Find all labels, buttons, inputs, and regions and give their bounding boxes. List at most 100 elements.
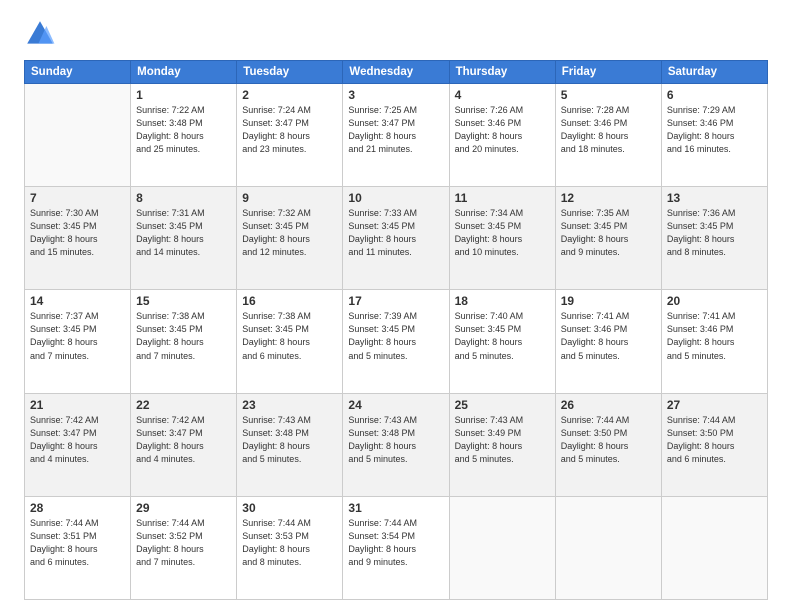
day-number: 30 bbox=[242, 501, 337, 515]
day-info: Sunrise: 7:44 AM Sunset: 3:50 PM Dayligh… bbox=[667, 414, 762, 466]
day-number: 1 bbox=[136, 88, 231, 102]
calendar-cell: 30Sunrise: 7:44 AM Sunset: 3:53 PM Dayli… bbox=[237, 496, 343, 599]
day-number: 25 bbox=[455, 398, 550, 412]
day-info: Sunrise: 7:43 AM Sunset: 3:49 PM Dayligh… bbox=[455, 414, 550, 466]
calendar-week-row-3: 21 Sunrise: 7:42 AM Sunset: 3:47 PM Dayli… bbox=[25, 393, 768, 496]
page: SundayMondayTuesdayWednesdayThursdayFrid… bbox=[0, 0, 792, 612]
day-number: 26 bbox=[561, 398, 656, 412]
day-number: 14 bbox=[30, 294, 125, 308]
calendar-cell: 20 Sunrise: 7:41 AM Sunset: 3:46 PM Dayli… bbox=[661, 290, 767, 393]
day-info: Sunrise: 7:36 AM Sunset: 3:45 PM Dayligh… bbox=[667, 207, 762, 259]
day-number: 31 bbox=[348, 501, 443, 515]
calendar-weekday-friday: Friday bbox=[555, 61, 661, 84]
day-info: Sunrise: 7:33 AM Sunset: 3:45 PM Dayligh… bbox=[348, 207, 443, 259]
day-info: Sunrise: 7:37 AM Sunset: 3:45 PM Dayligh… bbox=[30, 310, 125, 362]
day-number: 11 bbox=[455, 191, 550, 205]
day-number: 29 bbox=[136, 501, 231, 515]
calendar-cell: 29 Sunrise: 7:44 AM Sunset: 3:52 PM Dayli… bbox=[131, 496, 237, 599]
day-info: Sunrise: 7:38 AM Sunset: 3:45 PM Dayligh… bbox=[136, 310, 231, 362]
calendar-cell: 13 Sunrise: 7:36 AM Sunset: 3:45 PM Dayli… bbox=[661, 187, 767, 290]
day-info: Sunrise: 7:26 AM Sunset: 3:46 PM Dayligh… bbox=[455, 104, 550, 156]
calendar-cell: 24 Sunrise: 7:43 AM Sunset: 3:48 PM Dayli… bbox=[343, 393, 449, 496]
calendar-weekday-tuesday: Tuesday bbox=[237, 61, 343, 84]
day-info: Sunrise: 7:44 AM Sunset: 3:52 PM Dayligh… bbox=[136, 517, 231, 569]
calendar-week-row-1: 7Sunrise: 7:30 AM Sunset: 3:45 PM Daylig… bbox=[25, 187, 768, 290]
day-info: Sunrise: 7:39 AM Sunset: 3:45 PM Dayligh… bbox=[348, 310, 443, 362]
day-info: Sunrise: 7:44 AM Sunset: 3:54 PM Dayligh… bbox=[348, 517, 443, 569]
day-number: 4 bbox=[455, 88, 550, 102]
day-info: Sunrise: 7:38 AM Sunset: 3:45 PM Dayligh… bbox=[242, 310, 337, 362]
calendar-header-row: SundayMondayTuesdayWednesdayThursdayFrid… bbox=[25, 61, 768, 84]
calendar-weekday-saturday: Saturday bbox=[661, 61, 767, 84]
day-info: Sunrise: 7:25 AM Sunset: 3:47 PM Dayligh… bbox=[348, 104, 443, 156]
day-info: Sunrise: 7:42 AM Sunset: 3:47 PM Dayligh… bbox=[30, 414, 125, 466]
day-number: 23 bbox=[242, 398, 337, 412]
day-info: Sunrise: 7:44 AM Sunset: 3:51 PM Dayligh… bbox=[30, 517, 125, 569]
calendar-cell: 2 Sunrise: 7:24 AM Sunset: 3:47 PM Daylig… bbox=[237, 84, 343, 187]
header bbox=[24, 18, 768, 50]
calendar-cell: 18 Sunrise: 7:40 AM Sunset: 3:45 PM Dayli… bbox=[449, 290, 555, 393]
day-number: 27 bbox=[667, 398, 762, 412]
day-number: 15 bbox=[136, 294, 231, 308]
day-number: 12 bbox=[561, 191, 656, 205]
day-number: 20 bbox=[667, 294, 762, 308]
logo bbox=[24, 18, 60, 50]
calendar-cell: 4 Sunrise: 7:26 AM Sunset: 3:46 PM Daylig… bbox=[449, 84, 555, 187]
calendar-cell: 10Sunrise: 7:33 AM Sunset: 3:45 PM Dayli… bbox=[343, 187, 449, 290]
day-number: 16 bbox=[242, 294, 337, 308]
day-info: Sunrise: 7:41 AM Sunset: 3:46 PM Dayligh… bbox=[667, 310, 762, 362]
day-info: Sunrise: 7:43 AM Sunset: 3:48 PM Dayligh… bbox=[348, 414, 443, 466]
calendar-cell: 22Sunrise: 7:42 AM Sunset: 3:47 PM Dayli… bbox=[131, 393, 237, 496]
day-number: 24 bbox=[348, 398, 443, 412]
calendar-cell bbox=[555, 496, 661, 599]
calendar-cell bbox=[25, 84, 131, 187]
calendar-cell: 11Sunrise: 7:34 AM Sunset: 3:45 PM Dayli… bbox=[449, 187, 555, 290]
day-number: 18 bbox=[455, 294, 550, 308]
day-info: Sunrise: 7:30 AM Sunset: 3:45 PM Dayligh… bbox=[30, 207, 125, 259]
calendar-cell: 16 Sunrise: 7:38 AM Sunset: 3:45 PM Dayli… bbox=[237, 290, 343, 393]
day-info: Sunrise: 7:24 AM Sunset: 3:47 PM Dayligh… bbox=[242, 104, 337, 156]
calendar-weekday-monday: Monday bbox=[131, 61, 237, 84]
day-number: 2 bbox=[242, 88, 337, 102]
calendar-cell: 15 Sunrise: 7:38 AM Sunset: 3:45 PM Dayli… bbox=[131, 290, 237, 393]
calendar-cell: 17 Sunrise: 7:39 AM Sunset: 3:45 PM Dayli… bbox=[343, 290, 449, 393]
calendar-cell: 3 Sunrise: 7:25 AM Sunset: 3:47 PM Daylig… bbox=[343, 84, 449, 187]
calendar-cell: 28Sunrise: 7:44 AM Sunset: 3:51 PM Dayli… bbox=[25, 496, 131, 599]
calendar-cell: 8Sunrise: 7:31 AM Sunset: 3:45 PM Daylig… bbox=[131, 187, 237, 290]
calendar-cell: 5 Sunrise: 7:28 AM Sunset: 3:46 PM Daylig… bbox=[555, 84, 661, 187]
day-info: Sunrise: 7:31 AM Sunset: 3:45 PM Dayligh… bbox=[136, 207, 231, 259]
day-number: 9 bbox=[242, 191, 337, 205]
logo-icon bbox=[24, 18, 56, 50]
day-number: 13 bbox=[667, 191, 762, 205]
calendar-cell: 6Sunrise: 7:29 AM Sunset: 3:46 PM Daylig… bbox=[661, 84, 767, 187]
calendar-week-row-4: 28Sunrise: 7:44 AM Sunset: 3:51 PM Dayli… bbox=[25, 496, 768, 599]
day-info: Sunrise: 7:44 AM Sunset: 3:50 PM Dayligh… bbox=[561, 414, 656, 466]
day-number: 19 bbox=[561, 294, 656, 308]
calendar-cell: 19 Sunrise: 7:41 AM Sunset: 3:46 PM Dayli… bbox=[555, 290, 661, 393]
calendar-cell: 23Sunrise: 7:43 AM Sunset: 3:48 PM Dayli… bbox=[237, 393, 343, 496]
calendar-weekday-wednesday: Wednesday bbox=[343, 61, 449, 84]
calendar-weekday-thursday: Thursday bbox=[449, 61, 555, 84]
calendar-weekday-sunday: Sunday bbox=[25, 61, 131, 84]
calendar-cell bbox=[661, 496, 767, 599]
day-info: Sunrise: 7:32 AM Sunset: 3:45 PM Dayligh… bbox=[242, 207, 337, 259]
calendar-table: SundayMondayTuesdayWednesdayThursdayFrid… bbox=[24, 60, 768, 600]
day-info: Sunrise: 7:22 AM Sunset: 3:48 PM Dayligh… bbox=[136, 104, 231, 156]
calendar-cell: 27 Sunrise: 7:44 AM Sunset: 3:50 PM Dayli… bbox=[661, 393, 767, 496]
day-info: Sunrise: 7:42 AM Sunset: 3:47 PM Dayligh… bbox=[136, 414, 231, 466]
day-number: 21 bbox=[30, 398, 125, 412]
calendar-cell: 14 Sunrise: 7:37 AM Sunset: 3:45 PM Dayli… bbox=[25, 290, 131, 393]
calendar-cell: 26 Sunrise: 7:44 AM Sunset: 3:50 PM Dayli… bbox=[555, 393, 661, 496]
day-info: Sunrise: 7:35 AM Sunset: 3:45 PM Dayligh… bbox=[561, 207, 656, 259]
calendar-cell: 7Sunrise: 7:30 AM Sunset: 3:45 PM Daylig… bbox=[25, 187, 131, 290]
calendar-cell: 9 Sunrise: 7:32 AM Sunset: 3:45 PM Daylig… bbox=[237, 187, 343, 290]
calendar-cell: 12 Sunrise: 7:35 AM Sunset: 3:45 PM Dayli… bbox=[555, 187, 661, 290]
day-number: 17 bbox=[348, 294, 443, 308]
calendar-cell: 31 Sunrise: 7:44 AM Sunset: 3:54 PM Dayli… bbox=[343, 496, 449, 599]
calendar-cell: 1 Sunrise: 7:22 AM Sunset: 3:48 PM Daylig… bbox=[131, 84, 237, 187]
day-info: Sunrise: 7:28 AM Sunset: 3:46 PM Dayligh… bbox=[561, 104, 656, 156]
day-number: 5 bbox=[561, 88, 656, 102]
day-info: Sunrise: 7:40 AM Sunset: 3:45 PM Dayligh… bbox=[455, 310, 550, 362]
day-number: 3 bbox=[348, 88, 443, 102]
day-info: Sunrise: 7:41 AM Sunset: 3:46 PM Dayligh… bbox=[561, 310, 656, 362]
